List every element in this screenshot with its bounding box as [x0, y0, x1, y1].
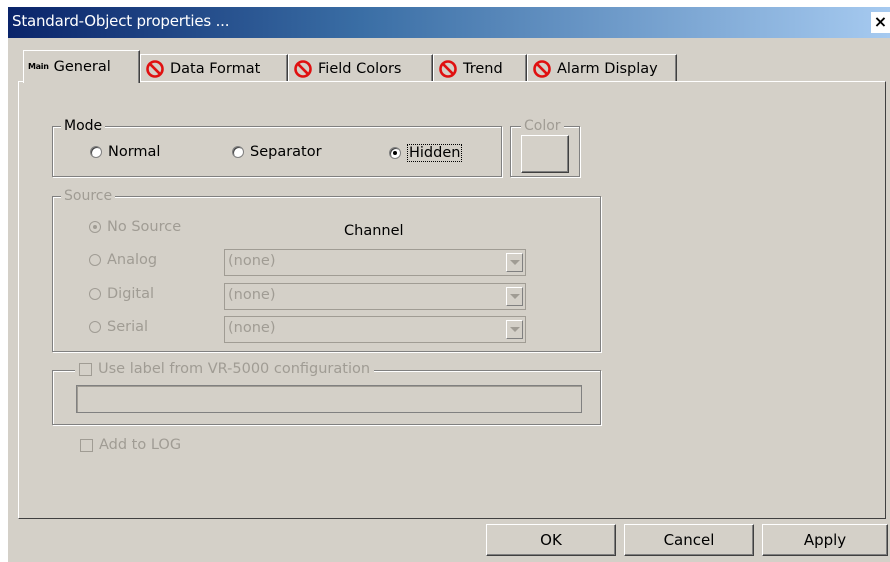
radio-circle-icon: [232, 146, 244, 158]
source-analog-radio[interactable]: Analog: [89, 252, 157, 268]
add-to-log-checkbox[interactable]: Add to LOG: [80, 437, 181, 453]
use-label-checkbox[interactable]: Use label from VR-5000 configuration: [75, 361, 375, 377]
tab-field-colors[interactable]: Field Colors: [288, 54, 433, 82]
source-none-radio[interactable]: No Source: [89, 219, 181, 235]
label-input[interactable]: [76, 385, 582, 413]
apply-button-label: Apply: [803, 531, 847, 549]
checkbox-label: Add to LOG: [99, 437, 182, 453]
source-group: Source No Source Channel Analog (none) D…: [52, 187, 601, 352]
radio-circle-icon: [89, 288, 101, 300]
radio-checked-icon: [89, 221, 101, 233]
radio-label: Separator: [250, 144, 322, 160]
chevron-down-icon[interactable]: [506, 287, 523, 306]
apply-button[interactable]: Apply: [762, 524, 888, 556]
mode-separator-radio[interactable]: Separator: [232, 144, 322, 160]
radio-circle-icon: [89, 321, 101, 333]
serial-channel-select[interactable]: (none): [224, 316, 526, 343]
select-value: (none): [228, 287, 276, 303]
window-title: Standard-Object properties ...: [12, 12, 230, 30]
tab-panel-general: Mode Normal Separator Hidden Color Sourc…: [18, 81, 886, 519]
prohibited-icon: [294, 59, 312, 78]
radio-circle-icon: [89, 254, 101, 266]
source-digital-radio[interactable]: Digital: [89, 286, 154, 302]
tab-label: General: [53, 59, 111, 75]
tab-label: Field Colors: [318, 60, 402, 77]
radio-label: Hidden: [407, 144, 463, 162]
prohibited-icon: [146, 59, 164, 78]
tab-data-format[interactable]: Data Format: [140, 54, 288, 82]
radio-label: Serial: [107, 319, 149, 335]
select-value: (none): [228, 320, 276, 336]
mode-group-label: Mode: [61, 117, 106, 135]
cancel-button[interactable]: Cancel: [624, 524, 754, 556]
select-value: (none): [228, 253, 276, 269]
mode-normal-radio[interactable]: Normal: [90, 144, 160, 160]
radio-label: Analog: [107, 252, 158, 268]
source-group-label: Source: [61, 187, 116, 205]
tab-general[interactable]: Main General: [23, 50, 140, 83]
mode-group: Mode Normal Separator Hidden: [52, 117, 502, 177]
ok-button-label: OK: [540, 531, 562, 549]
properties-dialog: Standard-Object properties ... × Main Ge…: [8, 7, 890, 562]
source-serial-radio[interactable]: Serial: [89, 319, 148, 335]
radio-label: No Source: [107, 219, 182, 235]
tab-trend[interactable]: Trend: [433, 54, 527, 82]
label-group: Use label from VR-5000 configuration: [52, 361, 601, 425]
tab-label: Data Format: [170, 60, 261, 77]
radio-label: Digital: [107, 286, 155, 302]
chevron-down-icon[interactable]: [506, 253, 523, 272]
tab-alarm-display[interactable]: Alarm Display: [527, 54, 677, 82]
prohibited-icon: [533, 59, 551, 78]
tab-label: Trend: [463, 60, 503, 77]
color-group-label: Color: [521, 117, 564, 135]
checkbox-icon: [79, 362, 92, 376]
mode-hidden-radio[interactable]: Hidden: [389, 144, 463, 162]
prohibited-icon: [439, 59, 457, 78]
chevron-down-icon[interactable]: [506, 320, 523, 339]
radio-label: Normal: [108, 144, 161, 160]
tab-label: Alarm Display: [557, 60, 658, 77]
close-button[interactable]: ×: [871, 12, 890, 33]
digital-channel-select[interactable]: (none): [224, 283, 526, 310]
channel-header: Channel: [344, 223, 404, 239]
checkbox-icon: [80, 438, 93, 452]
checkbox-label: Use label from VR-5000 configuration: [98, 361, 371, 377]
cancel-button-label: Cancel: [663, 531, 715, 549]
ok-button[interactable]: OK: [486, 524, 616, 556]
title-bar[interactable]: Standard-Object properties ... ×: [8, 7, 890, 38]
color-button[interactable]: [521, 135, 569, 173]
radio-checked-icon: [389, 147, 401, 159]
analog-channel-select[interactable]: (none): [224, 249, 526, 276]
radio-circle-icon: [90, 146, 102, 158]
color-group: Color: [510, 117, 580, 177]
main-icon: Main: [28, 62, 49, 71]
